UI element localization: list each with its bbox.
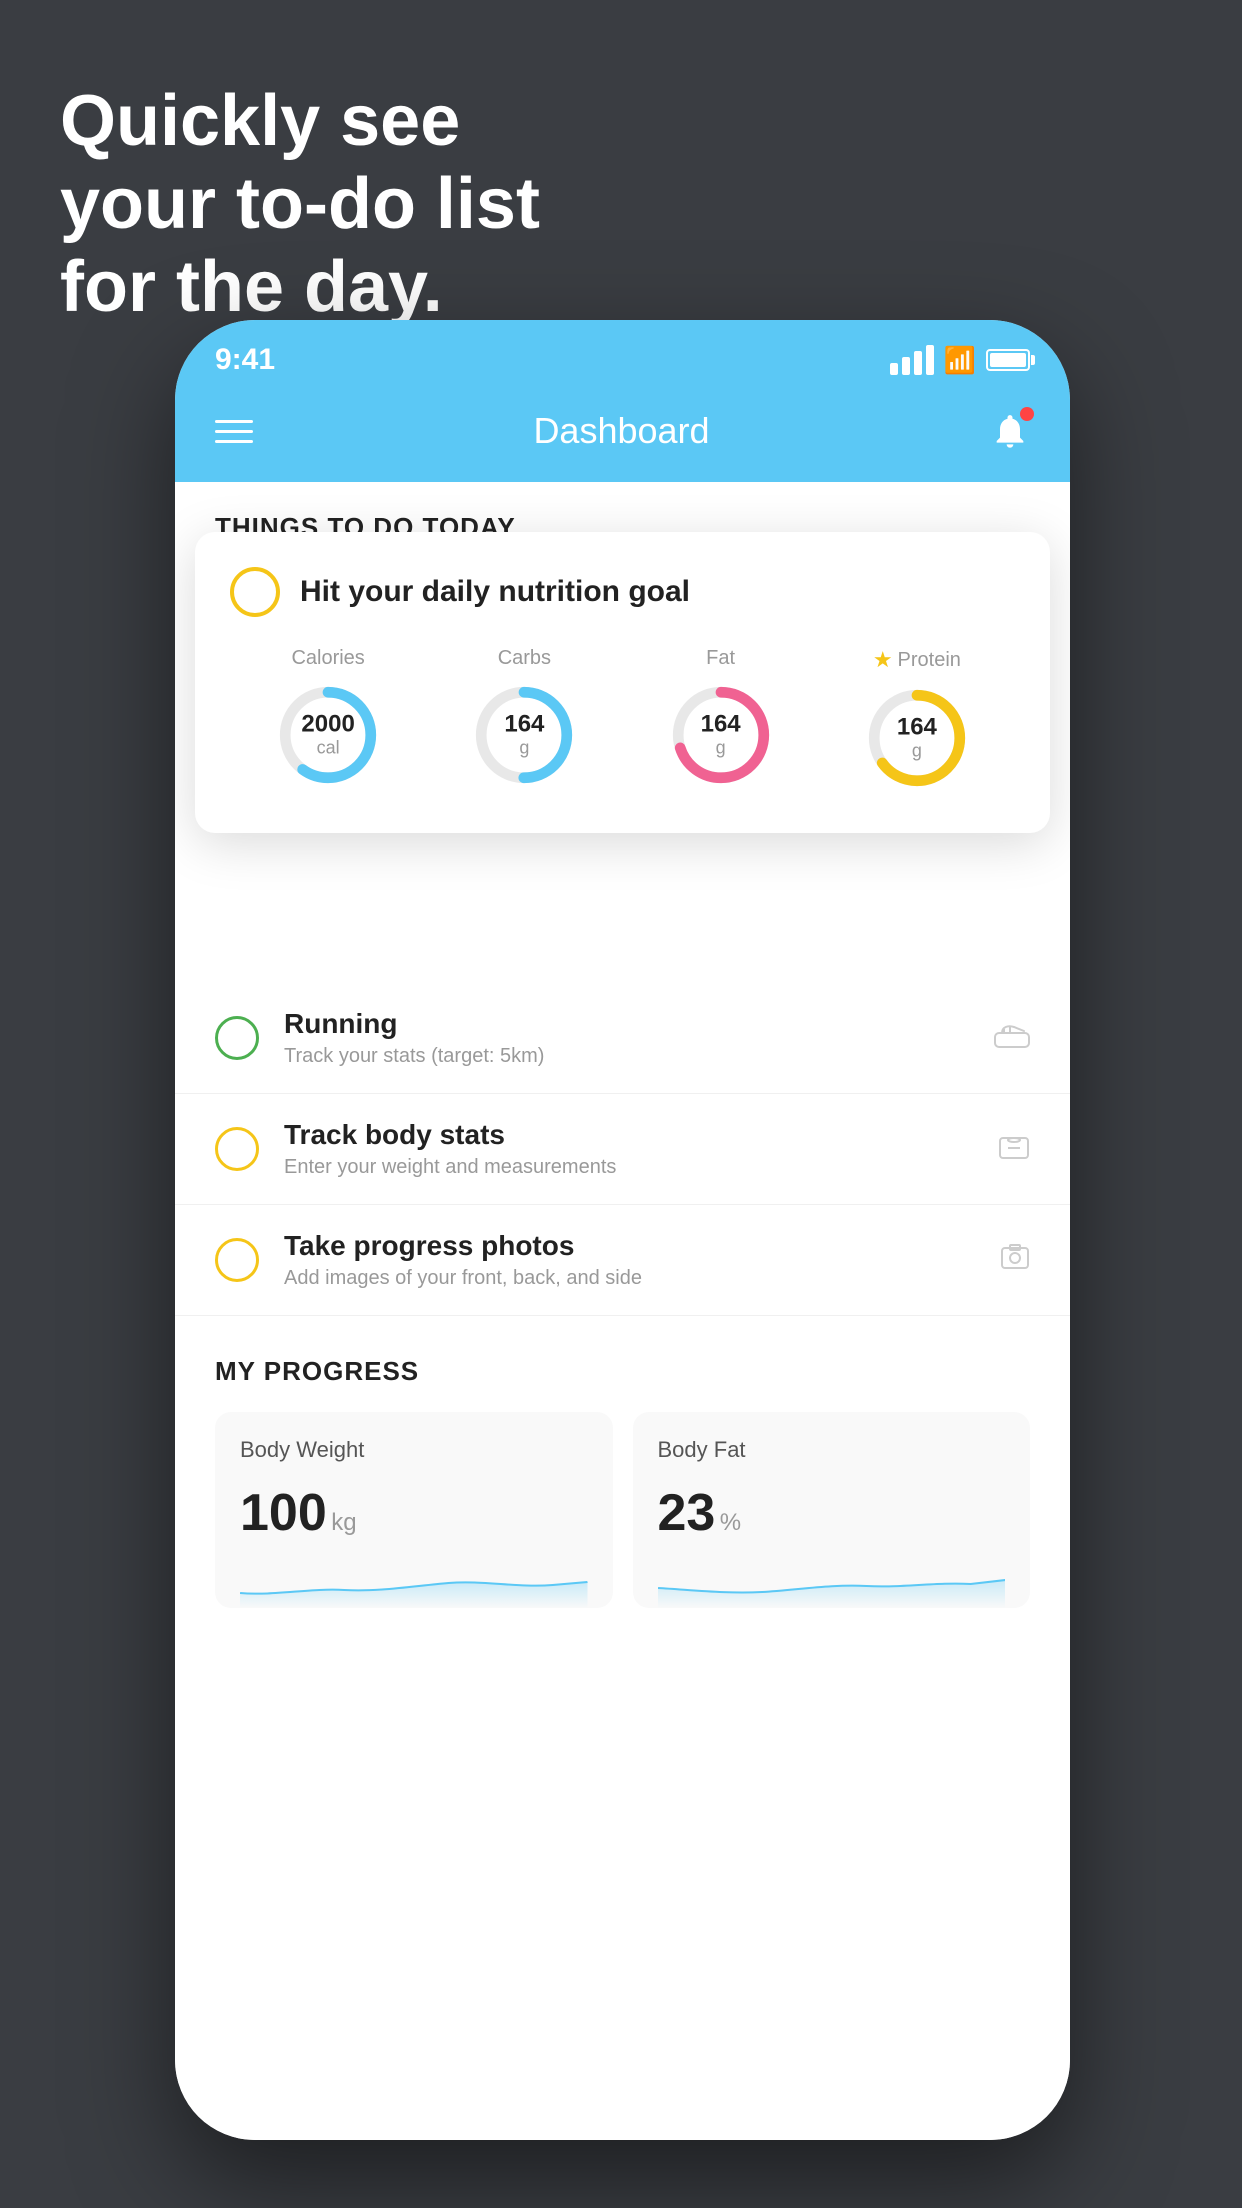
running-content: Running Track your stats (target: 5km) — [284, 1008, 969, 1068]
body-stats-subtitle: Enter your weight and measurements — [284, 1156, 973, 1179]
running-title: Running — [284, 1008, 969, 1040]
wifi-icon: 📶 — [944, 345, 976, 376]
scale-icon — [998, 1130, 1030, 1169]
nutrition-item-calories: Calories 2000 cal — [273, 647, 383, 790]
notification-dot — [1020, 407, 1034, 421]
todo-item-body-stats[interactable]: Track body stats Enter your weight and m… — [175, 1094, 1070, 1205]
phone-frame: 9:41 📶 Dashboard THINGS TO DO TODAY — [175, 320, 1070, 2140]
fat-value: 164 g — [701, 711, 741, 758]
calories-value: 2000 cal — [301, 711, 354, 758]
progress-section-title: MY PROGRESS — [215, 1356, 1030, 1387]
battery-icon — [986, 349, 1030, 371]
headline: Quickly see your to-do list for the day. — [60, 80, 540, 328]
body-fat-title: Body Fat — [658, 1437, 1006, 1463]
nutrition-circles-row: Calories 2000 cal Carbs — [230, 647, 1015, 793]
notification-bell[interactable] — [990, 411, 1030, 451]
todo-list: Running Track your stats (target: 5km) — [175, 983, 1070, 1316]
photos-title: Take progress photos — [284, 1230, 975, 1262]
todo-item-running[interactable]: Running Track your stats (target: 5km) — [175, 983, 1070, 1094]
nav-title: Dashboard — [533, 410, 709, 452]
status-time: 9:41 — [215, 343, 275, 377]
nutrition-todo-circle — [230, 567, 280, 617]
body-weight-unit: kg — [331, 1509, 356, 1536]
fat-label: Fat — [706, 647, 735, 670]
body-stats-circle — [215, 1127, 259, 1171]
nutrition-card[interactable]: Hit your daily nutrition goal Calories 2… — [195, 532, 1050, 833]
protein-donut: 164 g — [862, 683, 972, 793]
status-bar: 9:41 📶 — [175, 320, 1070, 390]
body-fat-card[interactable]: Body Fat 23 % — [633, 1412, 1031, 1608]
todo-item-photos[interactable]: Take progress photos Add images of your … — [175, 1205, 1070, 1316]
calories-label: Calories — [291, 647, 364, 670]
body-stats-content: Track body stats Enter your weight and m… — [284, 1119, 973, 1179]
nav-header: Dashboard — [175, 390, 1070, 482]
photos-circle — [215, 1238, 259, 1282]
body-stats-title: Track body stats — [284, 1119, 973, 1151]
progress-cards: Body Weight 100 kg — [215, 1412, 1030, 1608]
photos-subtitle: Add images of your front, back, and side — [284, 1267, 975, 1290]
carbs-value: 164 g — [504, 711, 544, 758]
nutrition-card-title-text: Hit your daily nutrition goal — [300, 575, 690, 609]
nutrition-card-title-row: Hit your daily nutrition goal — [230, 567, 1015, 617]
calories-donut: 2000 cal — [273, 680, 383, 790]
protein-star-icon: ★ — [873, 647, 893, 673]
body-fat-unit: % — [720, 1509, 741, 1536]
body-weight-value-row: 100 kg — [240, 1483, 588, 1543]
running-circle — [215, 1016, 259, 1060]
protein-label: ★ Protein — [873, 647, 961, 673]
progress-section: MY PROGRESS Body Weight 100 kg — [175, 1316, 1070, 1628]
protein-value: 164 g — [897, 714, 937, 761]
nutrition-item-fat: Fat 164 g — [666, 647, 776, 790]
body-fat-value: 23 — [658, 1484, 716, 1542]
phone-content: THINGS TO DO TODAY Hit your daily nutrit… — [175, 482, 1070, 2140]
carbs-label: Carbs — [498, 647, 551, 670]
nutrition-item-protein: ★ Protein 164 g — [862, 647, 972, 793]
carbs-donut: 164 g — [469, 680, 579, 790]
signal-icon — [890, 345, 934, 375]
nutrition-item-carbs: Carbs 164 g — [469, 647, 579, 790]
fat-donut: 164 g — [666, 680, 776, 790]
shoe-icon — [994, 1021, 1030, 1056]
running-subtitle: Track your stats (target: 5km) — [284, 1045, 969, 1068]
body-weight-sparkline — [240, 1558, 588, 1608]
photo-icon — [1000, 1242, 1030, 1279]
hamburger-menu[interactable] — [215, 420, 253, 443]
body-weight-title: Body Weight — [240, 1437, 588, 1463]
photos-content: Take progress photos Add images of your … — [284, 1230, 975, 1290]
body-weight-card[interactable]: Body Weight 100 kg — [215, 1412, 613, 1608]
body-weight-value: 100 — [240, 1484, 327, 1542]
body-fat-value-row: 23 % — [658, 1483, 1006, 1543]
status-icons: 📶 — [890, 345, 1030, 376]
body-fat-sparkline — [658, 1558, 1006, 1608]
